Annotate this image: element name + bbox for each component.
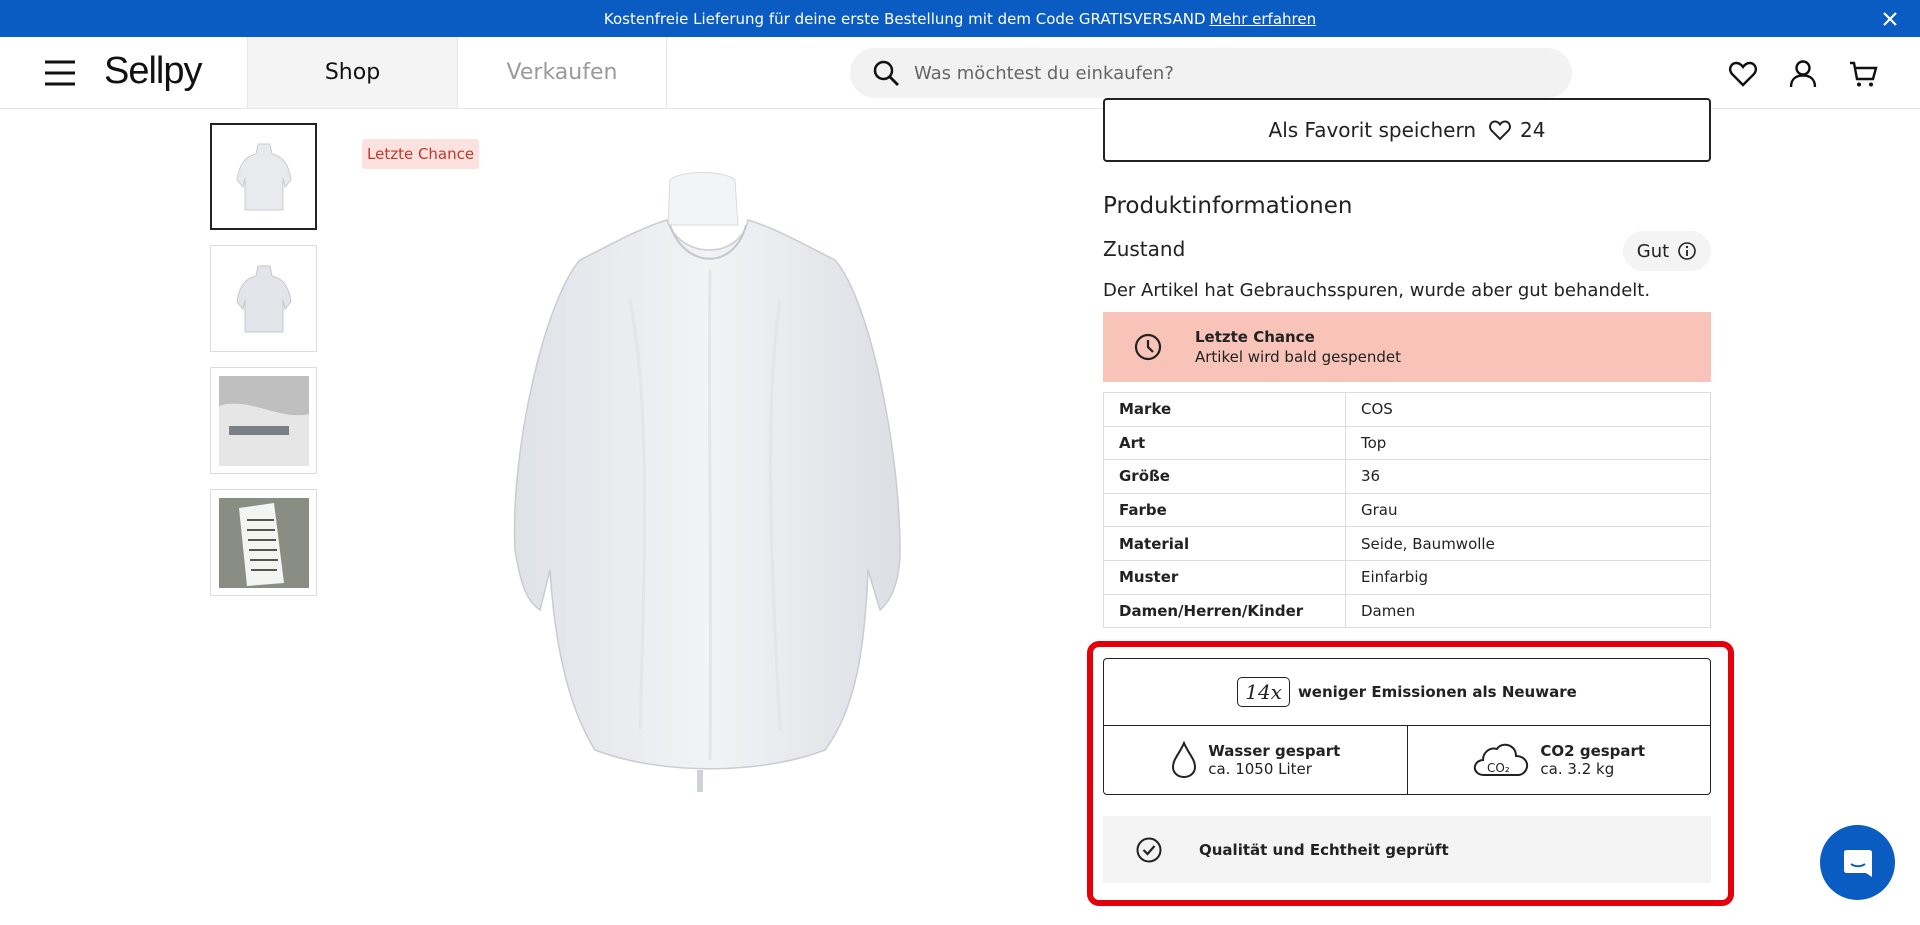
spec-table: Marke COS Art Top Größe 36 Farbe Grau Materi… (1103, 392, 1711, 629)
water-drop-icon (1172, 741, 1197, 779)
quality-text: Qualität und Echtheit geprüft (1199, 840, 1449, 859)
spec-value: Einfarbig (1345, 559, 1711, 595)
condition-label: Zustand (1103, 237, 1186, 261)
close-icon[interactable] (1880, 9, 1900, 29)
announcement-bar: Kostenfreie Lieferung für deine erste Be… (0, 0, 1920, 37)
menu-icon[interactable] (44, 59, 76, 87)
fabric-detail-thumbnail-image (218, 375, 309, 466)
spec-key: Muster (1103, 559, 1346, 595)
table-row: Farbe Grau (1103, 492, 1711, 528)
last-chance-alert: Letzte Chance Artikel wird bald gespende… (1103, 312, 1711, 382)
tab-shop[interactable]: Shop (247, 37, 457, 108)
thumbnail-2[interactable] (210, 245, 317, 352)
spec-value: Top (1345, 425, 1711, 461)
table-row: Größe 36 (1103, 459, 1711, 494)
water-value: ca. 1050 Liter (1208, 760, 1312, 778)
spec-key: Art (1103, 425, 1346, 461)
alert-title: Letzte Chance (1195, 328, 1315, 346)
blouse-thumbnail-image (235, 143, 292, 210)
table-row: Material Seide, Baumwolle (1103, 526, 1711, 561)
thumbnail-4[interactable] (210, 489, 317, 596)
spec-value: 36 (1345, 459, 1711, 494)
blouse-back-thumbnail-image (235, 265, 292, 332)
co2-title: CO2 gespart (1540, 742, 1646, 760)
table-row: Marke COS (1103, 392, 1711, 427)
search-bar (850, 48, 1572, 98)
spec-key: Größe (1103, 459, 1346, 494)
quality-check-banner: Qualität und Echtheit geprüft (1103, 816, 1711, 883)
spec-value: Seide, Baumwolle (1345, 526, 1711, 561)
announcement-text: Kostenfreie Lieferung für deine erste Be… (603, 9, 1206, 28)
svg-text:CO₂: CO₂ (1487, 761, 1510, 775)
chat-icon (1843, 849, 1872, 877)
spec-value: Damen (1345, 593, 1711, 629)
cart-icon[interactable] (1848, 59, 1878, 89)
emissions-box: 14x weniger Emissionen als Neuware Wasse… (1103, 658, 1711, 795)
favorite-label: Als Favorit speichern (1268, 118, 1477, 142)
announcement-link[interactable]: Mehr erfahren (1210, 10, 1317, 28)
info-icon (1678, 242, 1697, 260)
search-input[interactable] (914, 62, 1514, 84)
clock-icon (1134, 333, 1162, 361)
co2-value: ca. 3.2 kg (1540, 760, 1615, 778)
water-title: Wasser gespart (1208, 742, 1341, 760)
condition-description: Der Artikel hat Gebrauchsspuren, wurde a… (1103, 280, 1651, 301)
user-icon[interactable] (1788, 59, 1818, 89)
table-row: Muster Einfarbig (1103, 559, 1711, 595)
emissions-multiplier: 14x (1237, 677, 1290, 707)
table-row: Damen/Herren/Kinder Damen (1103, 593, 1711, 629)
co2-saved-cell: CO₂ CO2 gespart ca. 3.2 kg (1408, 726, 1711, 794)
check-circle-icon (1136, 837, 1162, 862)
spec-key: Farbe (1103, 492, 1346, 528)
condition-value: Gut (1636, 240, 1670, 262)
thumbnail-1[interactable] (210, 123, 317, 230)
search-icon[interactable] (872, 59, 900, 87)
spec-value: Grau (1345, 492, 1711, 528)
chat-button[interactable] (1820, 825, 1895, 900)
tab-sell[interactable]: Verkaufen (457, 37, 667, 108)
last-chance-badge: Letzte Chance (362, 139, 480, 169)
condition-pill[interactable]: Gut (1623, 231, 1711, 271)
save-favorite-button[interactable]: Als Favorit speichern 24 (1103, 98, 1711, 162)
heart-icon[interactable] (1728, 59, 1758, 89)
thumbnail-3[interactable] (210, 367, 317, 474)
emissions-row: 14x weniger Emissionen als Neuware (1104, 659, 1710, 726)
product-info-title: Produktinformationen (1103, 193, 1353, 219)
co2-cloud-icon: CO₂ (1474, 743, 1529, 776)
emissions-text: weniger Emissionen als Neuware (1297, 683, 1577, 701)
spec-key: Material (1103, 526, 1346, 561)
spec-key: Damen/Herren/Kinder (1103, 593, 1346, 629)
favorite-count: 24 (1520, 118, 1546, 142)
alert-text: Artikel wird bald gespendet (1195, 348, 1402, 366)
spec-value: COS (1345, 392, 1711, 427)
logo[interactable]: Sellpy (104, 50, 202, 93)
spec-key: Marke (1103, 392, 1346, 427)
heart-icon (1489, 120, 1511, 141)
product-main-image[interactable] (480, 150, 940, 800)
water-saved-cell: Wasser gespart ca. 1050 Liter (1104, 726, 1408, 794)
care-label-thumbnail-image (218, 497, 309, 588)
table-row: Art Top (1103, 425, 1711, 461)
